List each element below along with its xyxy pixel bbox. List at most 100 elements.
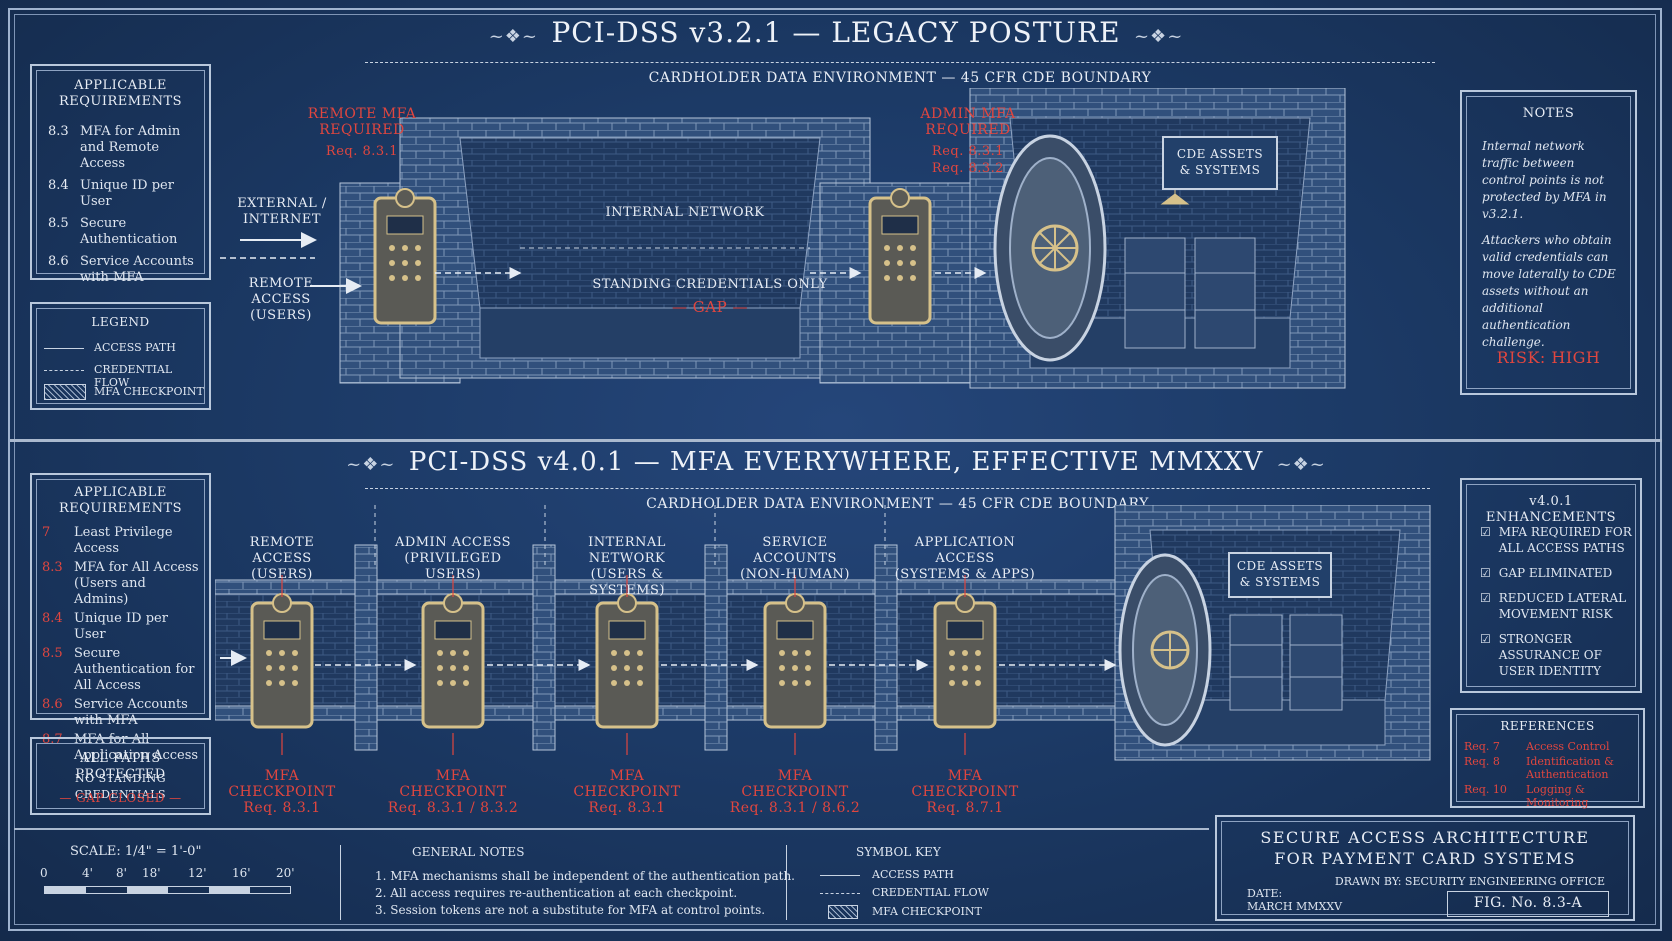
credential-flow-symbol <box>44 370 84 371</box>
cde-assets-label: CDE ASSETS & SYSTEMS <box>1176 147 1264 177</box>
credential-flow-symbol <box>820 893 860 894</box>
remote-access-label: REMOTE ACCESS (USERS) <box>248 276 314 323</box>
symbol-access: ACCESS PATH <box>872 868 954 881</box>
checkpoint-label: MFA CHECKPOINT Req. 8.3.1 / 8.3.2 <box>387 768 519 816</box>
gap-closed-label: — GAP CLOSED — <box>59 791 182 805</box>
mfa-keypad-icon <box>373 188 437 325</box>
req-item: 8.4 Unique ID per User <box>48 178 174 209</box>
checkbox-checked-icon: ☑ <box>1480 566 1491 580</box>
references-box: REFERENCES Req. 7 Access Control Req. 8 Id… <box>1450 708 1645 809</box>
req-item: 8.6 Service Accounts with MFA <box>42 697 188 728</box>
mfa-keypad-icon <box>763 592 827 729</box>
bottom-requirements-box: APPLICABLE REQUIREMENTS 7 Least Privilege… <box>30 473 211 763</box>
admin-mfa-req-1: Req. 8.3.1 <box>931 144 1005 159</box>
enhancement-item: ☑ GAP ELIMINATED <box>1480 566 1613 580</box>
checkbox-checked-icon: ☑ <box>1480 525 1491 539</box>
enhancements-title: v4.0.1 ENHANCEMENTS <box>1485 494 1617 525</box>
bottom-req-list: 7 Least Privilege Access 8.3 MFA for All A… <box>42 525 203 767</box>
req-item: 8.6 Service Accounts with MFA <box>48 254 194 285</box>
req-item: 8.3 MFA for All Access (Users and Admins) <box>42 560 199 607</box>
checkbox-checked-icon: ☑ <box>1480 591 1491 605</box>
top-boundary-label: CARDHOLDER DATA ENVIRONMENT — 45 CFR CDE… <box>648 70 1152 86</box>
bottom-title-text: PCI-DSS v4.0.1 — MFA EVERYWHERE, EFFECTI… <box>408 447 1264 477</box>
mfa-keypad-icon <box>250 592 314 729</box>
references-title: REFERENCES <box>1500 719 1595 733</box>
cde-assets-plaque: CDE ASSETS & SYSTEMS <box>1162 136 1278 190</box>
scale-tick-label: 4' <box>82 866 93 880</box>
checkpoint-label: MFA CHECKPOINT Req. 8.3.1 / 8.6.2 <box>729 768 861 816</box>
req-item: 8.4 Unique ID per User <box>42 611 168 642</box>
col-label-remote: REMOTE ACCESS (USERS) <box>249 535 315 582</box>
notes-p2: Attackers who obtain valid credentials c… <box>1482 233 1616 349</box>
access-path-symbol <box>44 348 84 349</box>
symbol-key-title: SYMBOL KEY <box>856 845 941 859</box>
mfa-keypad-icon <box>595 592 659 729</box>
standing-credentials-label: STANDING CREDENTIALS ONLY <box>592 277 828 292</box>
file-cabinet-icon <box>1194 237 1256 349</box>
bottom-title: ~❖~ PCI-DSS v4.0.1 — MFA EVERYWHERE, EFF… <box>0 447 1672 477</box>
enhancement-item: ☑ REDUCED LATERAL MOVEMENT RISK <box>1480 591 1627 621</box>
top-title-text: PCI-DSS v3.2.1 — LEGACY POSTURE <box>551 16 1121 49</box>
footer-divider <box>786 845 787 920</box>
checkbox-checked-icon: ☑ <box>1480 632 1491 646</box>
general-notes-title: GENERAL NOTES <box>412 845 525 859</box>
blueprint-sheet: ~❖~ PCI-DSS v3.2.1 — LEGACY POSTURE ~❖~ … <box>0 0 1672 941</box>
col-label-service: SERVICE ACCOUNTS (NON-HUMAN) <box>740 535 850 582</box>
references-list: Req. 7 Access Control Req. 8 Identificatio… <box>1464 740 1639 809</box>
fig-number-box: FIG. No. 8.3-A <box>1447 891 1609 917</box>
legend-box: LEGEND ACCESS PATH CREDENTIAL FLOW MFA C… <box>30 302 211 410</box>
remote-mfa-req: Req. 8.3.1 <box>325 144 399 159</box>
mfa-keypad-icon <box>421 592 485 729</box>
req-item: 8.5 Secure Authentication for All Access <box>42 646 195 693</box>
fig-number: FIG. No. 8.3-A <box>1473 895 1583 911</box>
top-req-list: 8.3 MFA for Admin and Remote Access 8.4 Un… <box>48 124 201 292</box>
col-label-internal: INTERNAL NETWORK (USERS & SYSTEMS) <box>588 535 666 598</box>
col-label-admin: ADMIN ACCESS (PRIVILEGED USERS) <box>394 535 512 582</box>
req-box-title: APPLICABLE REQUIREMENTS <box>58 78 183 109</box>
checkpoint-label: MFA CHECKPOINT Req. 8.3.1 <box>573 768 681 816</box>
cde-assets-label: CDE ASSETS & SYSTEMS <box>1236 559 1324 589</box>
top-requirements-box: APPLICABLE REQUIREMENTS 8.3 MFA for Admin… <box>30 64 211 285</box>
enhancement-item: ☑ MFA REQUIRED FOR ALL ACCESS PATHS <box>1480 525 1632 555</box>
req-box-title: APPLICABLE REQUIREMENTS <box>58 485 183 516</box>
notes-box: NOTES Internal network traffic between c… <box>1460 90 1637 395</box>
legend-access: ACCESS PATH <box>94 341 176 354</box>
risk-label: RISK: HIGH <box>1496 348 1601 367</box>
symbol-checkpoint: MFA CHECKPOINT <box>872 905 982 918</box>
flourish-icon: ~❖~ <box>1120 26 1184 47</box>
reference-item: Req. 10 Logging & Monitoring <box>1464 783 1589 809</box>
title-block-heading: SECURE ACCESS ARCHITECTURE FOR PAYMENT C… <box>1260 828 1590 868</box>
reference-item: Req. 7 Access Control <box>1464 740 1610 753</box>
access-path-symbol <box>820 875 860 876</box>
scale-tick-label: 8' <box>116 866 127 880</box>
date-value: MARCH MMXXV <box>1247 900 1343 913</box>
enhancements-box: v4.0.1 ENHANCEMENTS ☑ MFA REQUIRED FOR AL… <box>1460 478 1642 693</box>
scale-tick-label: 18' <box>142 866 161 880</box>
symbol-credential: CREDENTIAL FLOW <box>872 886 989 899</box>
checkpoint-symbol <box>44 384 86 400</box>
req-item: 8.3 MFA for Admin and Remote Access <box>48 124 181 171</box>
file-cabinet-icon <box>1289 614 1343 711</box>
checkpoint-symbol <box>828 905 858 919</box>
col-label-application: APPLICATION ACCESS (SYSTEMS & APPS) <box>894 535 1036 582</box>
drawn-by: DRAWN BY: SECURITY ENGINEERING OFFICE <box>1334 875 1605 888</box>
notes-title: NOTES <box>1522 106 1575 121</box>
general-note: 1. MFA mechanisms shall be independent o… <box>375 869 795 883</box>
enhancement-item: ☑ STRONGER ASSURANCE OF USER IDENTITY <box>1480 632 1602 678</box>
internal-network-label: INTERNAL NETWORK <box>605 205 765 220</box>
remote-mfa-label: REMOTE MFA REQUIRED <box>307 106 417 138</box>
scale-tick-label: 0 <box>40 866 48 880</box>
general-note: 2. All access requires re-authentication… <box>375 886 738 900</box>
scale-label: SCALE: 1/4" = 1'-0" <box>70 844 202 859</box>
enhancements-list: ☑ MFA REQUIRED FOR ALL ACCESS PATHS ☑ GAP … <box>1480 524 1632 688</box>
req-item: 7 Least Privilege Access <box>42 525 173 556</box>
checkpoint-label: MFA CHECKPOINT Req. 8.3.1 <box>228 768 336 816</box>
gap-label: — GAP — <box>672 298 748 316</box>
scale-tick-label: 20' <box>276 866 295 880</box>
cde-boundary-line <box>365 488 1430 489</box>
req-item: 8.5 Secure Authentication <box>48 216 178 247</box>
legend-checkpoint: MFA CHECKPOINT <box>94 385 204 398</box>
checkpoint-label: MFA CHECKPOINT Req. 8.7.1 <box>911 768 1019 816</box>
flourish-icon: ~❖~ <box>1263 454 1326 475</box>
top-title: ~❖~ PCI-DSS v3.2.1 — LEGACY POSTURE ~❖~ <box>0 16 1672 49</box>
